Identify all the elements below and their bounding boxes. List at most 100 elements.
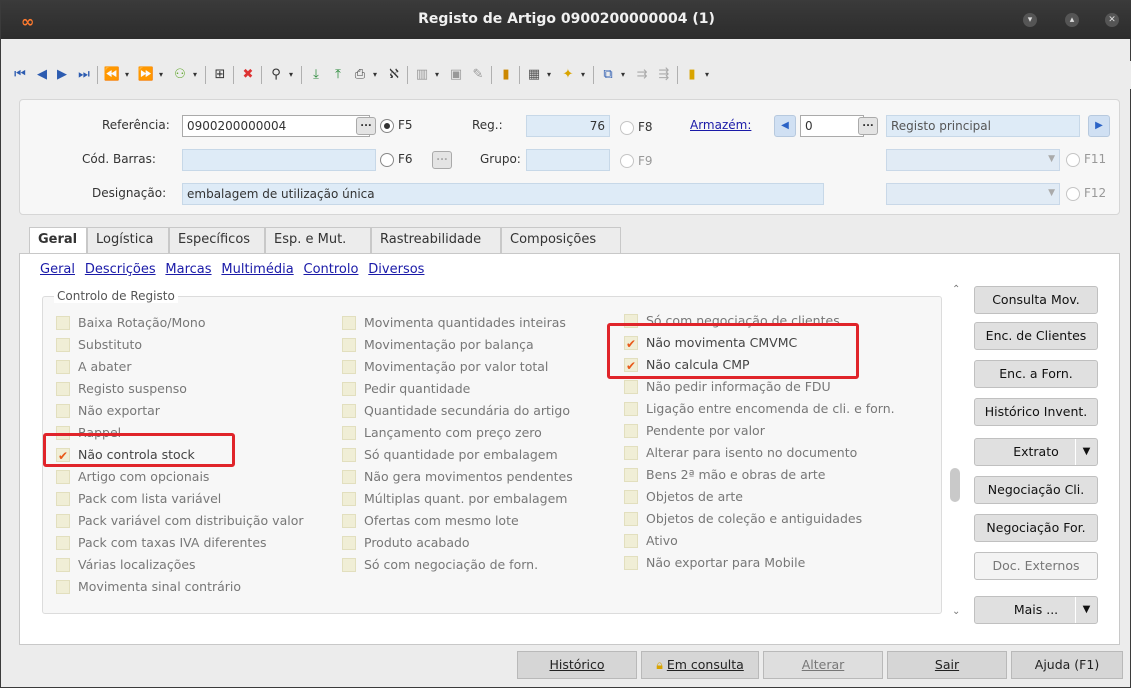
checkbox-icon[interactable] [56, 558, 70, 572]
split-icon[interactable]: ⇶ [655, 65, 673, 85]
option-checkbox[interactable]: Só quantidade por embalagem [342, 444, 573, 466]
binoculars-icon[interactable]: ⚲ [267, 65, 285, 85]
close-icon[interactable]: ✕ [1105, 13, 1119, 27]
checkbox-icon[interactable] [56, 382, 70, 396]
tab-geral[interactable]: Geral [29, 227, 87, 254]
checkbox-icon[interactable] [342, 558, 356, 572]
option-checkbox[interactable]: Produto acabado [342, 532, 573, 554]
option-checkbox[interactable]: Pendente por valor [624, 420, 895, 442]
extrato-button[interactable]: Extrato ▼ [974, 438, 1098, 466]
scrollbar[interactable]: ⌃ ⌄ [948, 284, 968, 622]
minimize-icon[interactable]: ▾ [1023, 13, 1037, 27]
exit-door-icon[interactable]: ▮ [683, 65, 701, 85]
checkbox-icon[interactable] [342, 470, 356, 484]
image-icon[interactable]: ▣ [447, 65, 465, 85]
option-checkbox[interactable]: Várias localizações [56, 554, 304, 576]
f6-radio[interactable] [380, 153, 394, 167]
option-checkbox[interactable]: A abater [56, 356, 304, 378]
option-checkbox[interactable]: Só com negociação de forn. [342, 554, 573, 576]
checkbox-icon[interactable] [56, 470, 70, 484]
option-checkbox[interactable]: Objetos de coleção e antiguidades [624, 508, 895, 530]
copy-icon[interactable]: ⧉ [599, 65, 617, 85]
em-consulta-button[interactable]: 🔒︎ Em consulta [641, 651, 759, 679]
chevron-down-icon[interactable]: ▾ [435, 65, 443, 85]
armazem-lookup-button[interactable]: ... [858, 117, 878, 135]
option-checkbox[interactable]: Pack variável com distribuição valor [56, 510, 304, 532]
checkbox-icon[interactable] [342, 426, 356, 440]
checkbox-icon[interactable] [342, 360, 356, 374]
checkbox-icon[interactable] [624, 446, 638, 460]
armazem-link[interactable]: Armazém: [690, 118, 751, 132]
statistics-icon[interactable]: ℵ [385, 65, 403, 85]
option-checkbox[interactable]: Múltiplas quant. por embalagem [342, 488, 573, 510]
chart-icon[interactable]: ▮ [497, 65, 515, 85]
checkbox-icon[interactable] [342, 536, 356, 550]
enc-forn-button[interactable]: Enc. a Forn. [974, 360, 1098, 388]
option-checkbox[interactable]: Baixa Rotação/Mono [56, 312, 304, 334]
referencia-input[interactable]: 0900200000004 [182, 115, 370, 137]
subnav-marcas[interactable]: Marcas [165, 262, 211, 277]
consulta-mov-button[interactable]: Consulta Mov. [974, 286, 1098, 314]
checkbox-icon[interactable] [624, 556, 638, 570]
chevron-down-icon[interactable]: ▾ [289, 65, 297, 85]
option-checkbox[interactable]: Substituto [56, 334, 304, 356]
option-checkbox[interactable]: Artigo com opcionais [56, 466, 304, 488]
option-checkbox[interactable]: Não exportar [56, 400, 304, 422]
tab-especificos[interactable]: Específicos [169, 227, 265, 253]
chevron-down-icon[interactable]: ▾ [581, 65, 589, 85]
doc-externos-button[interactable]: Doc. Externos [974, 552, 1098, 580]
checkbox-icon[interactable] [342, 338, 356, 352]
checkbox-icon[interactable] [56, 514, 70, 528]
checkbox-icon[interactable] [342, 404, 356, 418]
tab-logistica[interactable]: Logística [87, 227, 169, 253]
option-checkbox[interactable]: Não exportar para Mobile [624, 552, 895, 574]
checkbox-icon[interactable] [342, 448, 356, 462]
tab-esp-mut[interactable]: Esp. e Mut. [265, 227, 371, 253]
chevron-down-icon[interactable]: ▾ [621, 65, 629, 85]
option-checkbox[interactable]: Objetos de arte [624, 486, 895, 508]
codbarras-input[interactable] [182, 149, 376, 171]
barcode-icon[interactable]: ▥ [413, 65, 431, 85]
checkbox-icon[interactable] [624, 424, 638, 438]
option-checkbox[interactable]: Não pedir informação de FDU [624, 376, 895, 398]
scroll-down-icon[interactable]: ⌄ [952, 606, 960, 617]
checkbox-icon[interactable] [342, 514, 356, 528]
hierarchy-icon[interactable]: ⚇ [171, 65, 189, 85]
subnav-diversos[interactable]: Diversos [368, 262, 424, 277]
enc-clientes-button[interactable]: Enc. de Clientes [974, 322, 1098, 350]
codbarras-lookup-button[interactable]: ... [432, 151, 452, 169]
checkbox-icon[interactable] [624, 402, 638, 416]
historico-button[interactable]: Histórico [517, 651, 637, 679]
ajuda-button[interactable]: Ajuda (F1) [1011, 651, 1123, 679]
calculator-icon[interactable]: ▦ [525, 65, 543, 85]
f5-radio[interactable] [380, 119, 394, 133]
checkbox-icon[interactable] [342, 316, 356, 330]
previous-record-icon[interactable]: ◀ [33, 65, 51, 85]
option-checkbox[interactable]: Ligação entre encomenda de cli. e forn. [624, 398, 895, 420]
checkbox-icon[interactable] [624, 380, 638, 394]
referencia-lookup-button[interactable]: ... [356, 117, 376, 135]
checkbox-icon[interactable] [56, 536, 70, 550]
maximize-icon[interactable]: ▴ [1065, 13, 1079, 27]
negociacao-for-button[interactable]: Negociação For. [974, 514, 1098, 542]
last-record-icon[interactable]: ⏭ [75, 65, 93, 85]
option-checkbox[interactable]: Movimentação por balança [342, 334, 573, 356]
checkbox-icon[interactable] [624, 512, 638, 526]
grupo-input[interactable] [526, 149, 610, 171]
option-checkbox[interactable]: Bens 2ª mão e obras de arte [624, 464, 895, 486]
option-checkbox[interactable]: Movimentação por valor total [342, 356, 573, 378]
merge-icon[interactable]: ⇉ [633, 65, 651, 85]
magic-icon[interactable]: ✦ [559, 65, 577, 85]
checkbox-icon[interactable] [56, 580, 70, 594]
chevron-down-icon[interactable]: ▾ [193, 65, 201, 85]
option-checkbox[interactable]: Quantidade secundária do artigo [342, 400, 573, 422]
option-checkbox[interactable]: Registo suspenso [56, 378, 304, 400]
attachment-icon[interactable]: ✎ [469, 65, 487, 85]
armazem-next-button[interactable]: ▶ [1088, 115, 1110, 137]
option-checkbox[interactable]: Não gera movimentos pendentes [342, 466, 573, 488]
armazem-prev-button[interactable]: ◀ [774, 115, 796, 137]
chevron-down-icon[interactable]: ▾ [547, 65, 555, 85]
historico-invent-button[interactable]: Histórico Invent. [974, 398, 1098, 426]
chevron-down-icon[interactable]: ▼ [1075, 439, 1097, 465]
option-checkbox[interactable]: Movimenta sinal contrário [56, 576, 304, 598]
